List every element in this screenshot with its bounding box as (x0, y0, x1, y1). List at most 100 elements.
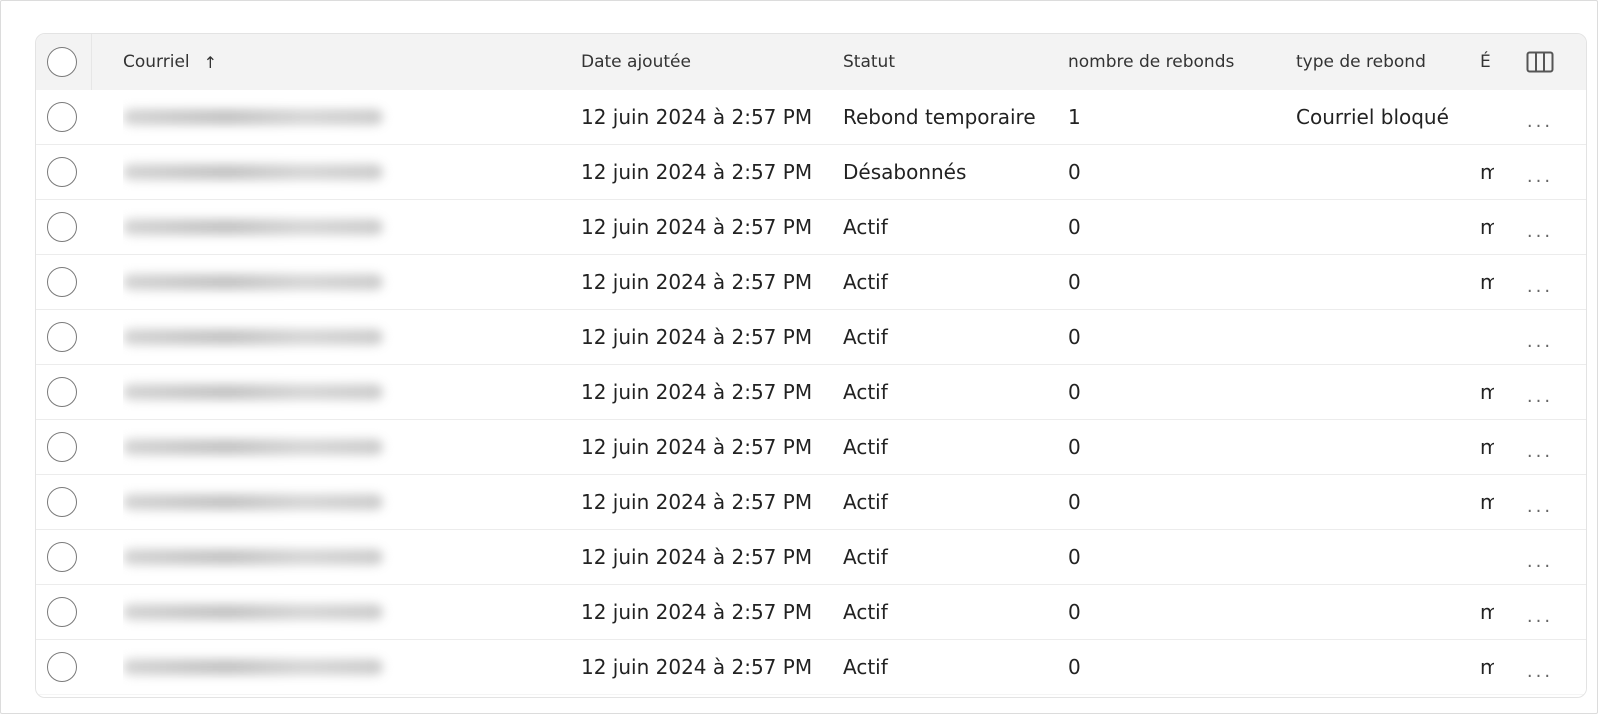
table-row[interactable]: 12 juin 2024 à 2:57 PM Actif 0 m... (36, 420, 1586, 475)
status-text: Désabonnés (843, 160, 967, 184)
email-cell[interactable] (123, 200, 523, 254)
row-select-cell (44, 200, 80, 254)
bounce-type: Courriel bloqué (1296, 105, 1449, 129)
bounce-count-cell: 0 (1068, 585, 1268, 639)
date-added-cell: 12 juin 2024 à 2:57 PM (581, 420, 831, 474)
row-select-checkbox[interactable] (47, 212, 77, 242)
email-cell[interactable] (123, 420, 523, 474)
column-header-bounce-type-label: type de rebond (1296, 52, 1426, 72)
sort-ascending-icon[interactable]: ↑ (204, 53, 217, 72)
table-row[interactable]: 12 juin 2024 à 2:57 PM Actif 0 m... (36, 200, 1586, 255)
table-row[interactable]: 12 juin 2024 à 2:57 PM Actif 0 m... (36, 475, 1586, 530)
bounce-type-cell (1296, 255, 1476, 309)
more-actions-button[interactable]: ... (1527, 496, 1553, 517)
row-select-checkbox[interactable] (47, 322, 77, 352)
more-actions-button[interactable]: ... (1527, 441, 1553, 462)
column-header-truncated-label: É (1480, 52, 1491, 72)
column-header-bounce-count-label: nombre de rebonds (1068, 52, 1235, 72)
bounce-count-cell: 0 (1068, 200, 1268, 254)
bounce-count: 0 (1068, 545, 1081, 569)
bounce-count: 0 (1068, 270, 1081, 294)
table-row[interactable]: 12 juin 2024 à 2:57 PM Rebond temporaire 1… (36, 90, 1586, 145)
column-header-status[interactable]: Statut (843, 34, 1053, 90)
table-row[interactable]: 12 juin 2024 à 2:57 PM Actif 0 m... (36, 365, 1586, 420)
blurred-email (123, 439, 383, 455)
status-text: Actif (843, 545, 888, 569)
bounce-count-cell: 0 (1068, 420, 1268, 474)
email-cell[interactable] (123, 145, 523, 199)
bounce-count: 0 (1068, 655, 1081, 679)
column-header-email-label: Courriel (123, 52, 190, 72)
select-all-checkbox[interactable] (47, 47, 77, 77)
bounce-type-cell (1296, 420, 1476, 474)
date-added: 12 juin 2024 à 2:57 PM (581, 435, 813, 459)
status-cell: Désabonnés (843, 145, 1053, 199)
row-actions-cell: ... (1494, 90, 1586, 144)
row-select-checkbox[interactable] (47, 102, 77, 132)
date-added: 12 juin 2024 à 2:57 PM (581, 160, 813, 184)
email-cell[interactable] (123, 255, 523, 309)
row-select-cell (44, 530, 80, 584)
date-added: 12 juin 2024 à 2:57 PM (581, 380, 813, 404)
table-row[interactable]: 12 juin 2024 à 2:57 PM Actif 0... (36, 310, 1586, 365)
row-actions-cell: ... (1494, 365, 1586, 419)
columns-icon[interactable] (1494, 34, 1586, 90)
row-select-checkbox[interactable] (47, 542, 77, 572)
row-select-checkbox[interactable] (47, 432, 77, 462)
blurred-email (123, 219, 383, 235)
date-added-cell: 12 juin 2024 à 2:57 PM (581, 530, 831, 584)
more-actions-button[interactable]: ... (1527, 111, 1553, 132)
more-actions-button[interactable]: ... (1527, 386, 1553, 407)
date-added-cell: 12 juin 2024 à 2:57 PM (581, 585, 831, 639)
row-select-checkbox[interactable] (47, 487, 77, 517)
row-actions-cell: ... (1494, 585, 1586, 639)
email-cell[interactable] (123, 90, 523, 144)
more-actions-button[interactable]: ... (1527, 331, 1553, 352)
bounce-type-cell (1296, 310, 1476, 364)
row-select-cell (44, 310, 80, 364)
row-select-checkbox[interactable] (47, 377, 77, 407)
bounce-type-cell (1296, 200, 1476, 254)
email-cell[interactable] (123, 310, 523, 364)
row-select-cell (44, 475, 80, 529)
table-row[interactable]: 12 juin 2024 à 2:57 PM Actif 0 m... (36, 585, 1586, 640)
more-actions-button[interactable]: ... (1527, 661, 1553, 682)
table-header: Courriel ↑ Date ajoutée Statut nombre de… (36, 34, 1586, 90)
table-row[interactable]: 12 juin 2024 à 2:57 PM Désabonnés 0 m... (36, 145, 1586, 200)
column-header-bounce-count[interactable]: nombre de rebonds (1068, 34, 1268, 90)
column-header-bounce-type[interactable]: type de rebond (1296, 34, 1476, 90)
more-actions-button[interactable]: ... (1527, 551, 1553, 572)
row-select-checkbox[interactable] (47, 597, 77, 627)
more-actions-button[interactable]: ... (1527, 276, 1553, 297)
bounce-count: 0 (1068, 325, 1081, 349)
status-cell: Actif (843, 585, 1053, 639)
status-cell: Actif (843, 365, 1053, 419)
column-header-email[interactable]: Courriel ↑ (123, 34, 523, 90)
bounce-count: 0 (1068, 435, 1081, 459)
more-actions-button[interactable]: ... (1527, 166, 1553, 187)
table-row[interactable]: 12 juin 2024 à 2:57 PM Actif 0 m... (36, 255, 1586, 310)
date-added: 12 juin 2024 à 2:57 PM (581, 270, 813, 294)
email-cell[interactable] (123, 530, 523, 584)
row-actions-cell: ... (1494, 145, 1586, 199)
bounce-count-cell: 0 (1068, 475, 1268, 529)
row-select-checkbox[interactable] (47, 267, 77, 297)
row-select-checkbox[interactable] (47, 157, 77, 187)
column-header-date[interactable]: Date ajoutée (581, 34, 831, 90)
status-cell: Actif (843, 310, 1053, 364)
bounce-count-cell: 0 (1068, 145, 1268, 199)
bounce-type-cell (1296, 585, 1476, 639)
more-actions-button[interactable]: ... (1527, 606, 1553, 627)
bounce-count-cell: 1 (1068, 90, 1268, 144)
email-cell[interactable] (123, 585, 523, 639)
more-actions-button[interactable]: ... (1527, 221, 1553, 242)
status-cell: Actif (843, 475, 1053, 529)
email-cell[interactable] (123, 475, 523, 529)
status-text: Actif (843, 380, 888, 404)
row-select-checkbox[interactable] (47, 652, 77, 682)
date-added-cell: 12 juin 2024 à 2:57 PM (581, 310, 831, 364)
email-cell[interactable] (123, 365, 523, 419)
table-row[interactable]: 12 juin 2024 à 2:57 PM Actif 0... (36, 530, 1586, 585)
status-cell: Actif (843, 420, 1053, 474)
status-text: Actif (843, 270, 888, 294)
